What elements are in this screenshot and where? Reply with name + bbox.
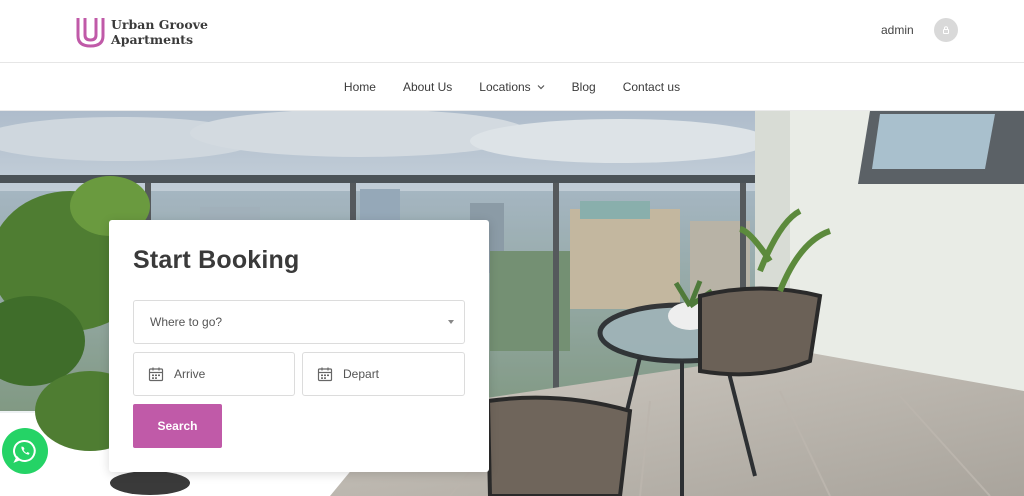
calendar-icon [317, 367, 333, 382]
user-name-link[interactable]: admin [881, 23, 914, 37]
brand-name-line1: Urban Groove [111, 17, 208, 32]
brand-name-line2: Apartments [111, 32, 193, 47]
brand-logo-icon [76, 18, 105, 48]
depart-placeholder: Depart [343, 367, 380, 381]
nav-item-about-us[interactable]: About Us [403, 80, 452, 94]
nav-item-home[interactable]: Home [344, 80, 376, 94]
nav-item-label: Home [343, 79, 376, 94]
dropdown-caret-icon [448, 320, 454, 324]
brand-logo[interactable]: Urban Groove Apartments [76, 16, 208, 48]
whatsapp-icon [13, 439, 36, 463]
nav-item-label: Locations [479, 79, 531, 94]
destination-placeholder: Where to go? [150, 315, 223, 329]
booking-card: Start Booking Where to go? Arrive Depart… [109, 220, 489, 472]
nav-item-blog[interactable]: Blog [572, 80, 596, 94]
nav-item-label: Contact us [622, 79, 681, 94]
booking-title: Start Booking [133, 246, 300, 274]
main-nav: Home About Us Locations Blog Contact us [0, 63, 1024, 111]
search-button[interactable]: Search [133, 404, 222, 448]
site-header: Urban Groove Apartments admin [0, 0, 1024, 63]
depart-date-field[interactable]: Depart [302, 352, 465, 396]
destination-select[interactable]: Where to go? [133, 300, 465, 344]
arrive-placeholder: Arrive [174, 367, 206, 381]
brand-name: Urban Groove Apartments [111, 17, 208, 47]
calendar-icon [148, 367, 164, 382]
user-icon [943, 26, 949, 34]
hero-banner: Start Booking Where to go? Arrive Depart… [0, 111, 1024, 496]
nav-item-label: Blog [571, 79, 596, 94]
arrive-date-field[interactable]: Arrive [133, 352, 295, 396]
nav-item-label: About Us [402, 79, 453, 94]
chevron-down-icon [537, 84, 545, 89]
whatsapp-button[interactable] [2, 428, 48, 474]
nav-item-contact-us[interactable]: Contact us [623, 80, 680, 94]
nav-item-locations[interactable]: Locations [479, 79, 545, 94]
avatar[interactable] [934, 18, 958, 42]
